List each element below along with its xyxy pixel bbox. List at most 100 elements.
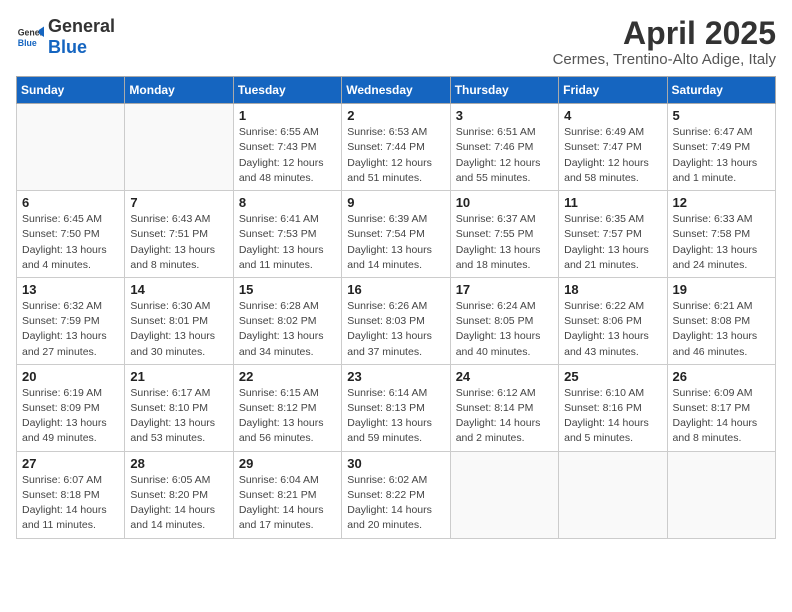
- day-number: 8: [239, 195, 336, 210]
- day-number: 23: [347, 369, 444, 384]
- svg-text:Blue: Blue: [18, 38, 37, 48]
- day-info: Sunrise: 6:49 AM Sunset: 7:47 PM Dayligh…: [564, 125, 661, 186]
- day-info: Sunrise: 6:14 AM Sunset: 8:13 PM Dayligh…: [347, 386, 444, 447]
- day-number: 18: [564, 282, 661, 297]
- calendar-cell: 21 Sunrise: 6:17 AM Sunset: 8:10 PM Dayli…: [125, 364, 233, 451]
- month-title: April 2025: [553, 16, 776, 51]
- day-info: Sunrise: 6:19 AM Sunset: 8:09 PM Dayligh…: [22, 386, 119, 447]
- day-info: Sunrise: 6:47 AM Sunset: 7:49 PM Dayligh…: [673, 125, 770, 186]
- day-info: Sunrise: 6:22 AM Sunset: 8:06 PM Dayligh…: [564, 299, 661, 360]
- day-number: 13: [22, 282, 119, 297]
- day-number: 3: [456, 108, 553, 123]
- day-info: Sunrise: 6:26 AM Sunset: 8:03 PM Dayligh…: [347, 299, 444, 360]
- day-number: 16: [347, 282, 444, 297]
- calendar-cell: 17Sunrise: 6:24 AM Sunset: 8:05 PM Dayli…: [450, 277, 558, 364]
- day-info: Sunrise: 6:12 AM Sunset: 8:14 PM Dayligh…: [456, 386, 553, 447]
- day-info: Sunrise: 6:39 AM Sunset: 7:54 PM Dayligh…: [347, 212, 444, 273]
- calendar-header-row: SundayMondayTuesdayWednesdayThursdayFrid…: [17, 77, 776, 104]
- day-number: 22: [239, 369, 336, 384]
- day-number: 10: [456, 195, 553, 210]
- day-number: 28: [130, 456, 227, 471]
- calendar-header-sunday: Sunday: [17, 77, 125, 104]
- day-number: 11: [564, 195, 661, 210]
- calendar-header-thursday: Thursday: [450, 77, 558, 104]
- calendar-cell: 4 Sunrise: 6:49 AM Sunset: 7:47 PM Daylig…: [559, 104, 667, 191]
- calendar-cell: 9 Sunrise: 6:39 AM Sunset: 7:54 PM Daylig…: [342, 191, 450, 278]
- calendar-cell: 27Sunrise: 6:07 AM Sunset: 8:18 PM Dayli…: [17, 451, 125, 538]
- calendar-cell: 20 Sunrise: 6:19 AM Sunset: 8:09 PM Dayli…: [17, 364, 125, 451]
- calendar-header-friday: Friday: [559, 77, 667, 104]
- calendar-cell: 11 Sunrise: 6:35 AM Sunset: 7:57 PM Dayli…: [559, 191, 667, 278]
- calendar-cell: 2 Sunrise: 6:53 AM Sunset: 7:44 PM Daylig…: [342, 104, 450, 191]
- calendar-cell: 16 Sunrise: 6:26 AM Sunset: 8:03 PM Dayli…: [342, 277, 450, 364]
- calendar-cell: 22 Sunrise: 6:15 AM Sunset: 8:12 PM Dayli…: [233, 364, 341, 451]
- calendar-cell: 12Sunrise: 6:33 AM Sunset: 7:58 PM Dayli…: [667, 191, 775, 278]
- day-number: 26: [673, 369, 770, 384]
- day-number: 7: [130, 195, 227, 210]
- calendar-cell: 18 Sunrise: 6:22 AM Sunset: 8:06 PM Dayli…: [559, 277, 667, 364]
- day-info: Sunrise: 6:15 AM Sunset: 8:12 PM Dayligh…: [239, 386, 336, 447]
- day-number: 20: [22, 369, 119, 384]
- day-info: Sunrise: 6:04 AM Sunset: 8:21 PM Dayligh…: [239, 473, 336, 534]
- day-info: Sunrise: 6:21 AM Sunset: 8:08 PM Dayligh…: [673, 299, 770, 360]
- day-number: 4: [564, 108, 661, 123]
- calendar-week-row-4: 20 Sunrise: 6:19 AM Sunset: 8:09 PM Dayli…: [17, 364, 776, 451]
- day-number: 5: [673, 108, 770, 123]
- day-number: 12: [673, 195, 770, 210]
- calendar-cell: 24Sunrise: 6:12 AM Sunset: 8:14 PM Dayli…: [450, 364, 558, 451]
- calendar-cell: 5 Sunrise: 6:47 AM Sunset: 7:49 PM Daylig…: [667, 104, 775, 191]
- day-info: Sunrise: 6:45 AM Sunset: 7:50 PM Dayligh…: [22, 212, 119, 273]
- title-block: April 2025 Cermes, Trentino-Alto Adige, …: [553, 16, 776, 68]
- day-number: 17: [456, 282, 553, 297]
- calendar-table: SundayMondayTuesdayWednesdayThursdayFrid…: [16, 76, 776, 538]
- calendar-week-row-1: 1 Sunrise: 6:55 AM Sunset: 7:43 PM Daylig…: [17, 104, 776, 191]
- day-info: Sunrise: 6:41 AM Sunset: 7:53 PM Dayligh…: [239, 212, 336, 273]
- calendar-cell: 19Sunrise: 6:21 AM Sunset: 8:08 PM Dayli…: [667, 277, 775, 364]
- day-number: 14: [130, 282, 227, 297]
- calendar-week-row-5: 27Sunrise: 6:07 AM Sunset: 8:18 PM Dayli…: [17, 451, 776, 538]
- day-info: Sunrise: 6:02 AM Sunset: 8:22 PM Dayligh…: [347, 473, 444, 534]
- day-info: Sunrise: 6:09 AM Sunset: 8:17 PM Dayligh…: [673, 386, 770, 447]
- day-info: Sunrise: 6:53 AM Sunset: 7:44 PM Dayligh…: [347, 125, 444, 186]
- logo-general-text: General: [48, 16, 115, 37]
- day-number: 30: [347, 456, 444, 471]
- calendar-cell: 3 Sunrise: 6:51 AM Sunset: 7:46 PM Daylig…: [450, 104, 558, 191]
- day-info: Sunrise: 6:10 AM Sunset: 8:16 PM Dayligh…: [564, 386, 661, 447]
- day-info: Sunrise: 6:35 AM Sunset: 7:57 PM Dayligh…: [564, 212, 661, 273]
- page-header: General Blue General Blue April 2025 Cer…: [16, 16, 776, 68]
- calendar-cell: 15Sunrise: 6:28 AM Sunset: 8:02 PM Dayli…: [233, 277, 341, 364]
- calendar-cell: 8 Sunrise: 6:41 AM Sunset: 7:53 PM Daylig…: [233, 191, 341, 278]
- day-info: Sunrise: 6:28 AM Sunset: 8:02 PM Dayligh…: [239, 299, 336, 360]
- day-info: Sunrise: 6:51 AM Sunset: 7:46 PM Dayligh…: [456, 125, 553, 186]
- calendar-cell: [125, 104, 233, 191]
- calendar-cell: 13 Sunrise: 6:32 AM Sunset: 7:59 PM Dayli…: [17, 277, 125, 364]
- calendar-cell: [559, 451, 667, 538]
- calendar-cell: 26 Sunrise: 6:09 AM Sunset: 8:17 PM Dayli…: [667, 364, 775, 451]
- calendar-cell: 14 Sunrise: 6:30 AM Sunset: 8:01 PM Dayli…: [125, 277, 233, 364]
- calendar-cell: [667, 451, 775, 538]
- day-info: Sunrise: 6:30 AM Sunset: 8:01 PM Dayligh…: [130, 299, 227, 360]
- day-info: Sunrise: 6:17 AM Sunset: 8:10 PM Dayligh…: [130, 386, 227, 447]
- calendar-cell: 7Sunrise: 6:43 AM Sunset: 7:51 PM Daylig…: [125, 191, 233, 278]
- logo-blue-text: Blue: [48, 37, 87, 57]
- day-number: 21: [130, 369, 227, 384]
- calendar-cell: 30 Sunrise: 6:02 AM Sunset: 8:22 PM Dayli…: [342, 451, 450, 538]
- calendar-cell: 23 Sunrise: 6:14 AM Sunset: 8:13 PM Dayli…: [342, 364, 450, 451]
- calendar-cell: [450, 451, 558, 538]
- day-number: 1: [239, 108, 336, 123]
- day-number: 25: [564, 369, 661, 384]
- calendar-header-wednesday: Wednesday: [342, 77, 450, 104]
- day-info: Sunrise: 6:32 AM Sunset: 7:59 PM Dayligh…: [22, 299, 119, 360]
- calendar-header-saturday: Saturday: [667, 77, 775, 104]
- day-info: Sunrise: 6:55 AM Sunset: 7:43 PM Dayligh…: [239, 125, 336, 186]
- calendar-header-monday: Monday: [125, 77, 233, 104]
- calendar-header-tuesday: Tuesday: [233, 77, 341, 104]
- calendar-cell: 10Sunrise: 6:37 AM Sunset: 7:55 PM Dayli…: [450, 191, 558, 278]
- calendar-cell: 1 Sunrise: 6:55 AM Sunset: 7:43 PM Daylig…: [233, 104, 341, 191]
- calendar-cell: 25 Sunrise: 6:10 AM Sunset: 8:16 PM Dayli…: [559, 364, 667, 451]
- day-number: 2: [347, 108, 444, 123]
- day-info: Sunrise: 6:05 AM Sunset: 8:20 PM Dayligh…: [130, 473, 227, 534]
- day-info: Sunrise: 6:07 AM Sunset: 8:18 PM Dayligh…: [22, 473, 119, 534]
- calendar-cell: 28 Sunrise: 6:05 AM Sunset: 8:20 PM Dayli…: [125, 451, 233, 538]
- day-number: 9: [347, 195, 444, 210]
